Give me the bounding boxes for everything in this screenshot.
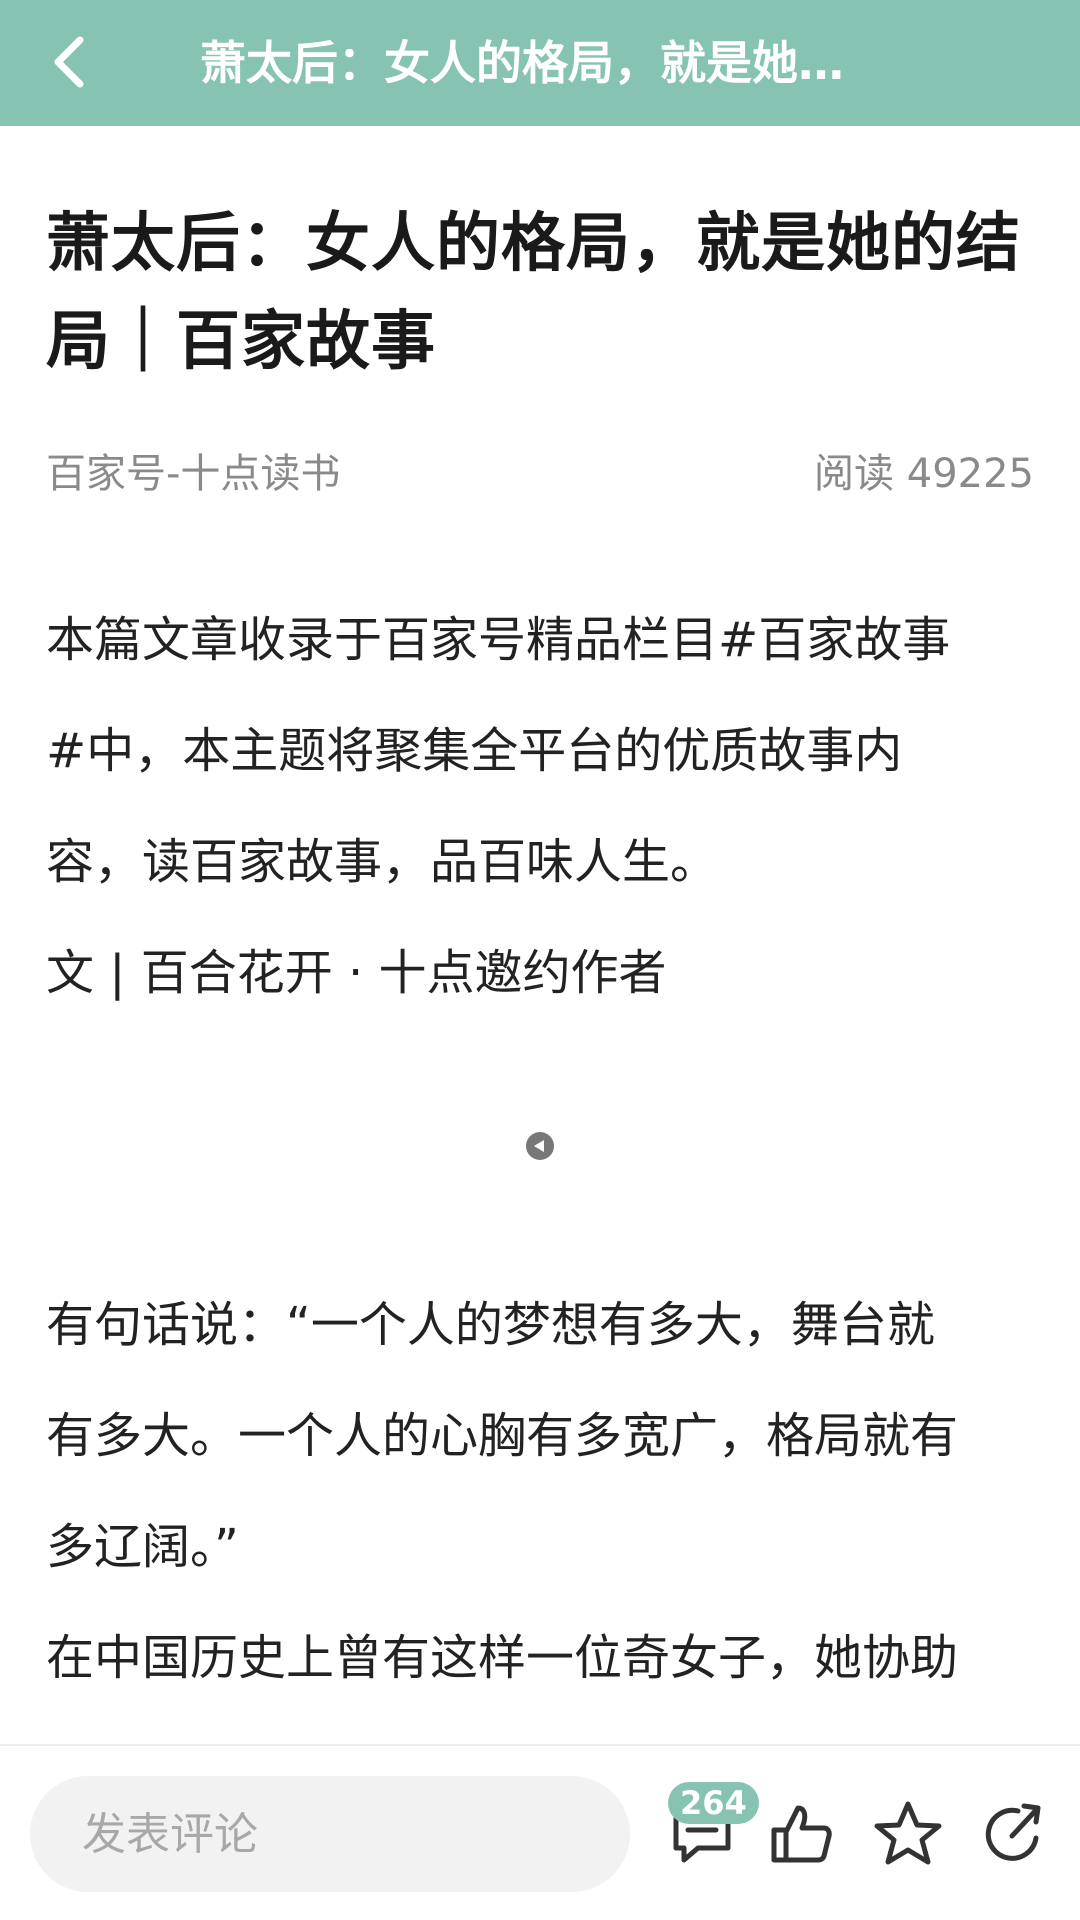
comment-input[interactable] (30, 1776, 630, 1892)
intro-line: 容，读百家故事，品百味人生。 (46, 834, 719, 890)
star-icon (874, 1801, 942, 1865)
body-line: 多辽阔。” (46, 1519, 239, 1575)
article-title: 萧太后：女人的格局，就是她的结局｜百家故事 (46, 207, 1021, 379)
section-divider-icon (526, 1132, 554, 1160)
article-source[interactable]: 百家号-十点读书 (46, 441, 340, 499)
header-title: 萧太后：女人的格局，就是她的结局｜百家故事 (200, 36, 870, 90)
article-meta: 百家号-十点读书 阅读 49225 (46, 440, 1034, 500)
like-button[interactable] (762, 1794, 842, 1874)
article-page: 萧太后：女人的格局，就是她的结局｜百家故事 萧太后：女人的格局，就是她的结局｜百… (0, 0, 1080, 1920)
bottom-action-bar: 264 (0, 1744, 1080, 1920)
intro-section: 本篇文章收录于百家号精品栏目#百家故事 #中，本主题将聚集全平台的优质故事内 容… (46, 585, 1036, 1029)
body-line: 有多大。一个人的心胸有多宽广，格局就有 (46, 1408, 959, 1464)
favorite-button[interactable] (868, 1794, 948, 1874)
body-line: 在中国历史上曾有这样一位奇女子，她协助 (46, 1630, 959, 1686)
intro-line: 本篇文章收录于百家号精品栏目#百家故事 (46, 612, 951, 668)
back-button[interactable] (34, 26, 106, 98)
share-button[interactable] (974, 1794, 1054, 1874)
body-line: 有句话说：“一个人的梦想有多大，舞台就 (46, 1297, 935, 1353)
comment-count-badge: 264 (668, 1782, 759, 1824)
read-count: 阅读 49225 (814, 451, 1034, 497)
intro-line: #中，本主题将聚集全平台的优质故事内 (46, 723, 903, 779)
top-bar: 萧太后：女人的格局，就是她的结局｜百家故事 (0, 0, 1080, 126)
article-body: 有句话说：“一个人的梦想有多大，舞台就 有多大。一个人的心胸有多宽广，格局就有 … (46, 1270, 1036, 1714)
share-icon (985, 1803, 1041, 1861)
thumbs-up-icon (771, 1805, 832, 1863)
chevron-left-icon (54, 36, 84, 88)
author-line: 文 | 百合花开 · 十点邀约作者 (46, 945, 667, 1001)
